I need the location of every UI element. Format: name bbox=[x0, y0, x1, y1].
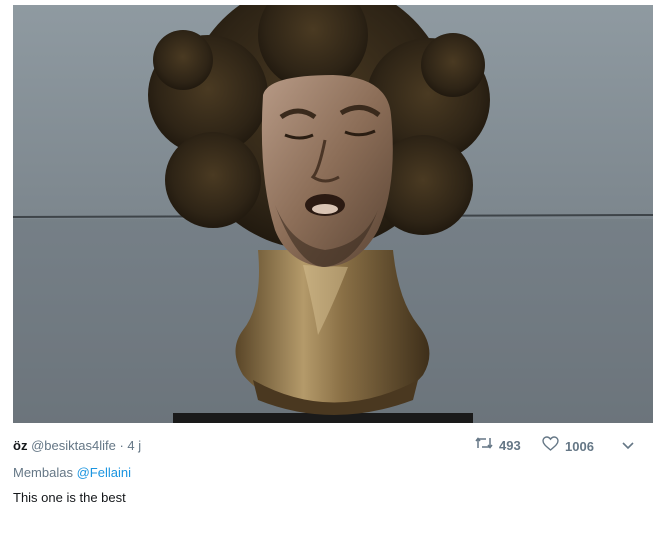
bust-photo bbox=[13, 5, 653, 423]
reply-context: Membalas @Fellaini bbox=[13, 464, 131, 482]
heart-icon bbox=[542, 436, 559, 457]
tweet-text: This one is the best bbox=[13, 490, 126, 505]
tweet-meta-row: öz @besiktas4life · 4 j 493 1006 bbox=[13, 436, 653, 456]
more-options-button[interactable] bbox=[621, 436, 635, 456]
retweet-button[interactable]: 493 bbox=[475, 436, 521, 456]
retweet-icon bbox=[475, 436, 493, 456]
reply-prefix: Membalas bbox=[13, 465, 73, 480]
tweet-actions: 493 1006 bbox=[13, 436, 653, 456]
chevron-down-icon bbox=[621, 436, 635, 456]
tweet-media-image[interactable] bbox=[13, 5, 653, 423]
retweet-count: 493 bbox=[499, 438, 521, 453]
like-count: 1006 bbox=[565, 438, 594, 454]
like-button[interactable]: 1006 bbox=[542, 436, 594, 457]
reply-mention-link[interactable]: @Fellaini bbox=[77, 465, 131, 480]
